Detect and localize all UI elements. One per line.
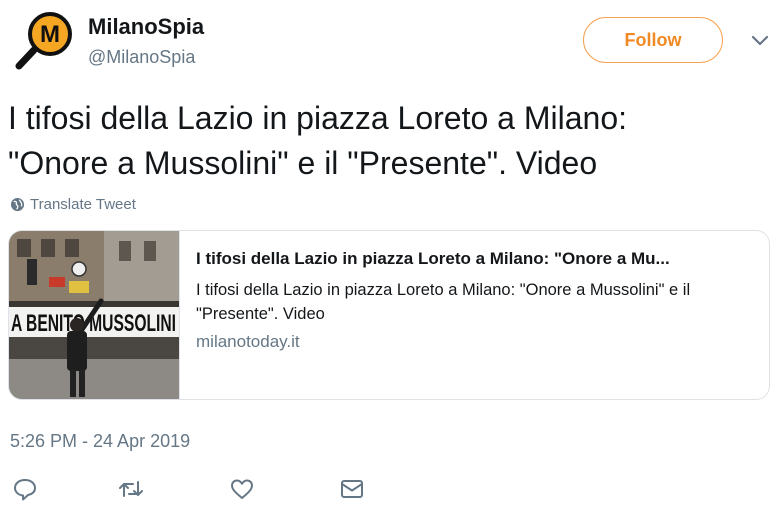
card-thumbnail: A BENITO MUSSOLINI bbox=[9, 231, 180, 399]
message-icon[interactable] bbox=[339, 476, 365, 502]
avatar[interactable]: M bbox=[14, 10, 76, 72]
globe-icon bbox=[10, 197, 25, 212]
card-title: I tifosi della Lazio in piazza Loreto a … bbox=[196, 249, 670, 268]
magnifier-logo-icon: M bbox=[15, 12, 72, 70]
chevron-down-icon[interactable] bbox=[748, 28, 772, 52]
timestamp[interactable]: 5:26 PM - 24 Apr 2019 bbox=[10, 431, 190, 452]
retweet-icon[interactable] bbox=[118, 476, 144, 502]
display-name[interactable]: MilanoSpia bbox=[88, 14, 204, 40]
tweet: M MilanoSpia @MilanoSpia Follow I tifosi… bbox=[0, 0, 780, 514]
follow-button[interactable]: Follow bbox=[583, 17, 723, 63]
tweet-text: I tifosi della Lazio in piazza Loreto a … bbox=[8, 100, 628, 181]
translate-tweet-link[interactable]: Translate Tweet bbox=[10, 196, 136, 213]
card-body: I tifosi della Lazio in piazza Loreto a … bbox=[180, 231, 769, 399]
card-domain: milanotoday.it bbox=[196, 332, 300, 351]
reply-icon[interactable] bbox=[12, 476, 38, 502]
user-handle[interactable]: @MilanoSpia bbox=[88, 47, 195, 68]
translate-label: Translate Tweet bbox=[30, 196, 136, 213]
like-icon[interactable] bbox=[229, 476, 255, 502]
card-description: I tifosi della Lazio in piazza Loreto a … bbox=[196, 281, 691, 323]
link-card[interactable]: A BENITO MUSSOLINI I tifosi della Lazio … bbox=[8, 230, 770, 400]
avatar-letter: M bbox=[40, 21, 60, 48]
